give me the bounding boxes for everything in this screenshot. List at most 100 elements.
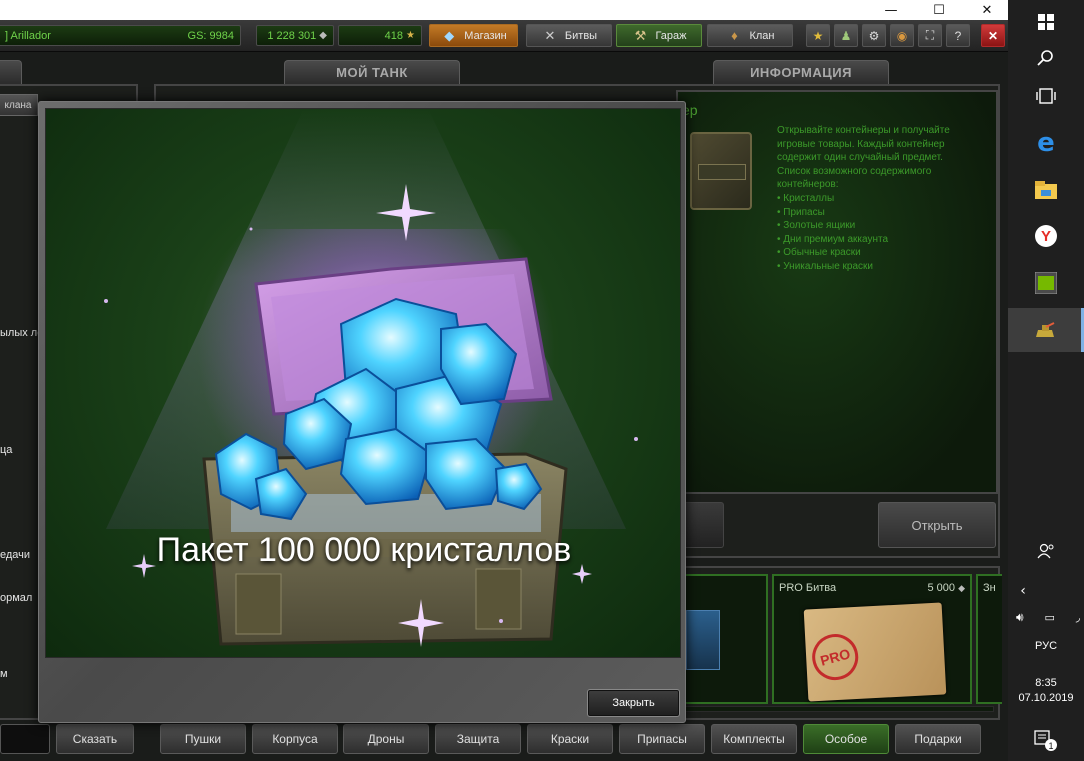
info-line: контейнеров: (777, 179, 839, 191)
category-button-guns[interactable]: Пушки (160, 724, 246, 754)
item-card-title: Зн (983, 582, 996, 594)
category-button-supplies[interactable]: Припасы (619, 724, 705, 754)
info-line: содержит один случайный предмет. (777, 152, 943, 164)
category-button-protection[interactable]: Защита (435, 724, 521, 754)
maximize-button[interactable]: ☐ (924, 0, 954, 20)
chevron-left-icon[interactable]: ‹ (1008, 578, 1038, 604)
tray-icons: 🔊︎ ▭ ◞ (1016, 608, 1080, 626)
pro-stamp: PRO (807, 628, 864, 686)
crystal-icon: ◆ (958, 583, 965, 593)
help-icon[interactable]: ? (946, 24, 970, 47)
clan-button[interactable]: ♦ Клан (707, 24, 793, 47)
nvidia-icon[interactable] (1008, 261, 1084, 305)
star-small-icon: ★ (406, 30, 415, 41)
pro-pass-image: PRO (803, 602, 947, 702)
category-button-kits[interactable]: Комплекты (711, 724, 797, 754)
left-text-3: едачи (0, 549, 31, 561)
language-indicator[interactable]: РУС (1008, 640, 1084, 652)
player-info: ] Arillador GS: 9984 (0, 25, 241, 46)
info-line: игровые товары. Каждый контейнер (777, 138, 945, 150)
clock-date[interactable]: 07.10.2019 (1008, 692, 1084, 704)
category-button-hulls[interactable]: Корпуса (252, 724, 338, 754)
notification-count: 1 (1048, 741, 1053, 751)
info-line: • Золотые ящики (777, 220, 856, 232)
info-description: Открывайте контейнеры и получайте игровы… (777, 124, 992, 274)
tab-my-tank[interactable]: МОЙ ТАНК (284, 60, 460, 84)
battles-label: Битвы (564, 29, 598, 42)
purchase-modal: Пакет 100 000 кристаллов Закрыть (38, 101, 686, 723)
category-button-special[interactable]: Особое (803, 724, 889, 754)
battery-icon[interactable]: ▭ (1044, 611, 1054, 624)
info-line: • Обычные краски (777, 247, 861, 259)
category-button-drones[interactable]: Дроны (343, 724, 429, 754)
file-explorer-icon[interactable] (1008, 168, 1084, 212)
yandex-browser-icon[interactable]: Y (1008, 214, 1084, 258)
chat-input[interactable] (0, 724, 50, 754)
clan-tab-label: клана (4, 99, 32, 111)
open-button[interactable]: Открыть (878, 502, 996, 548)
left-text-4: ормал (0, 592, 33, 604)
friends-icon[interactable]: ♟ (834, 24, 858, 47)
crystals-value: 1 228 301 (267, 29, 317, 42)
shop-button[interactable]: ◆ Магазин (429, 24, 518, 47)
left-text-5: м (0, 668, 8, 680)
info-line: • Припасы (777, 206, 825, 218)
crystal-pack-image: Пакет 100 000 кристаллов (45, 108, 681, 658)
clan-medal-icon: ♦ (731, 28, 738, 43)
star-icon[interactable]: ★ (806, 24, 830, 47)
category-button-paints[interactable]: Краски (527, 724, 613, 754)
modal-caption: Пакет 100 000 кристаллов (156, 531, 572, 569)
say-button[interactable]: Сказать (56, 724, 134, 754)
network-icon[interactable]: ◞ (1076, 611, 1080, 624)
tab-my-tank-label: МОЙ ТАНК (336, 65, 408, 80)
clan-tab-button[interactable]: клана (0, 94, 38, 116)
window-close-button[interactable]: ✕ (972, 0, 1002, 20)
info-line: Открывайте контейнеры и получайте (777, 125, 950, 136)
tab-info[interactable]: ИНФОРМАЦИЯ (713, 60, 889, 84)
people-icon[interactable] (1008, 536, 1084, 566)
info-line: • Уникальные краски (777, 260, 874, 272)
fullscreen-icon[interactable]: ⛶ (918, 24, 942, 47)
tab-info-label: ИНФОРМАЦИЯ (750, 65, 852, 80)
blue-container-image (686, 610, 720, 670)
settings-icon[interactable]: ⚙ (862, 24, 886, 47)
top-bar: ] Arillador GS: 9984 1 228 301 ◆ 418 ★ ◆… (0, 20, 1008, 52)
task-view-icon[interactable] (1008, 74, 1084, 118)
shop-label: Магазин (464, 29, 507, 42)
sound-icon[interactable]: ◉ (890, 24, 914, 47)
item-card-price-value: 5 000 (927, 582, 956, 594)
battles-button[interactable]: ✕ Битвы (526, 24, 612, 47)
gear-score: GS: 9984 (187, 29, 234, 42)
windows-taskbar: e Y ‹ 🔊︎ ▭ ◞ РУС 8:35 07.10.2019 1 (1008, 0, 1084, 761)
container-thumbnail (690, 132, 752, 210)
volume-icon[interactable]: 🔊︎ (1016, 610, 1024, 625)
crystal-icon: ◆ (319, 30, 327, 41)
clan-label: Клан (749, 29, 775, 42)
crystals-balance: 1 228 301 ◆ (256, 25, 334, 46)
item-card-title: PRO Битва (779, 582, 837, 594)
item-card-price: 5 000 ◆ (927, 582, 965, 594)
clock-time[interactable]: 8:35 (1008, 677, 1084, 689)
stars-value: 418 (384, 29, 404, 42)
tab-left[interactable] (0, 60, 22, 84)
close-icon[interactable]: ✕ (981, 24, 1005, 47)
window-titlebar: — ☐ ✕ (0, 0, 1008, 20)
info-line: Список возможного содержимого (777, 165, 932, 177)
category-button-gifts[interactable]: Подарки (895, 724, 981, 754)
action-center-icon[interactable]: 1 (1008, 720, 1084, 760)
modal-close-button[interactable]: Закрыть (587, 689, 680, 717)
item-card-pro-battle[interactable]: PRO Битва 5 000 ◆ PRO (772, 574, 972, 704)
tanki-online-icon[interactable] (1008, 308, 1084, 352)
player-name: ] Arillador (5, 29, 51, 42)
garage-label: Гараж (655, 29, 687, 42)
info-line: • Кристаллы (777, 192, 835, 204)
left-text-2: ца (0, 444, 13, 456)
secondary-button[interactable] (680, 502, 724, 548)
edge-icon[interactable]: e (1008, 121, 1084, 165)
svg-text:Y: Y (1041, 228, 1051, 245)
minimize-button[interactable]: — (876, 0, 906, 20)
item-card[interactable]: Зн (976, 574, 1002, 704)
garage-button[interactable]: ⚒ Гараж (616, 24, 702, 47)
wrench-icon: ⚒ (634, 27, 647, 43)
crystal-chest-illustration (104, 184, 638, 647)
